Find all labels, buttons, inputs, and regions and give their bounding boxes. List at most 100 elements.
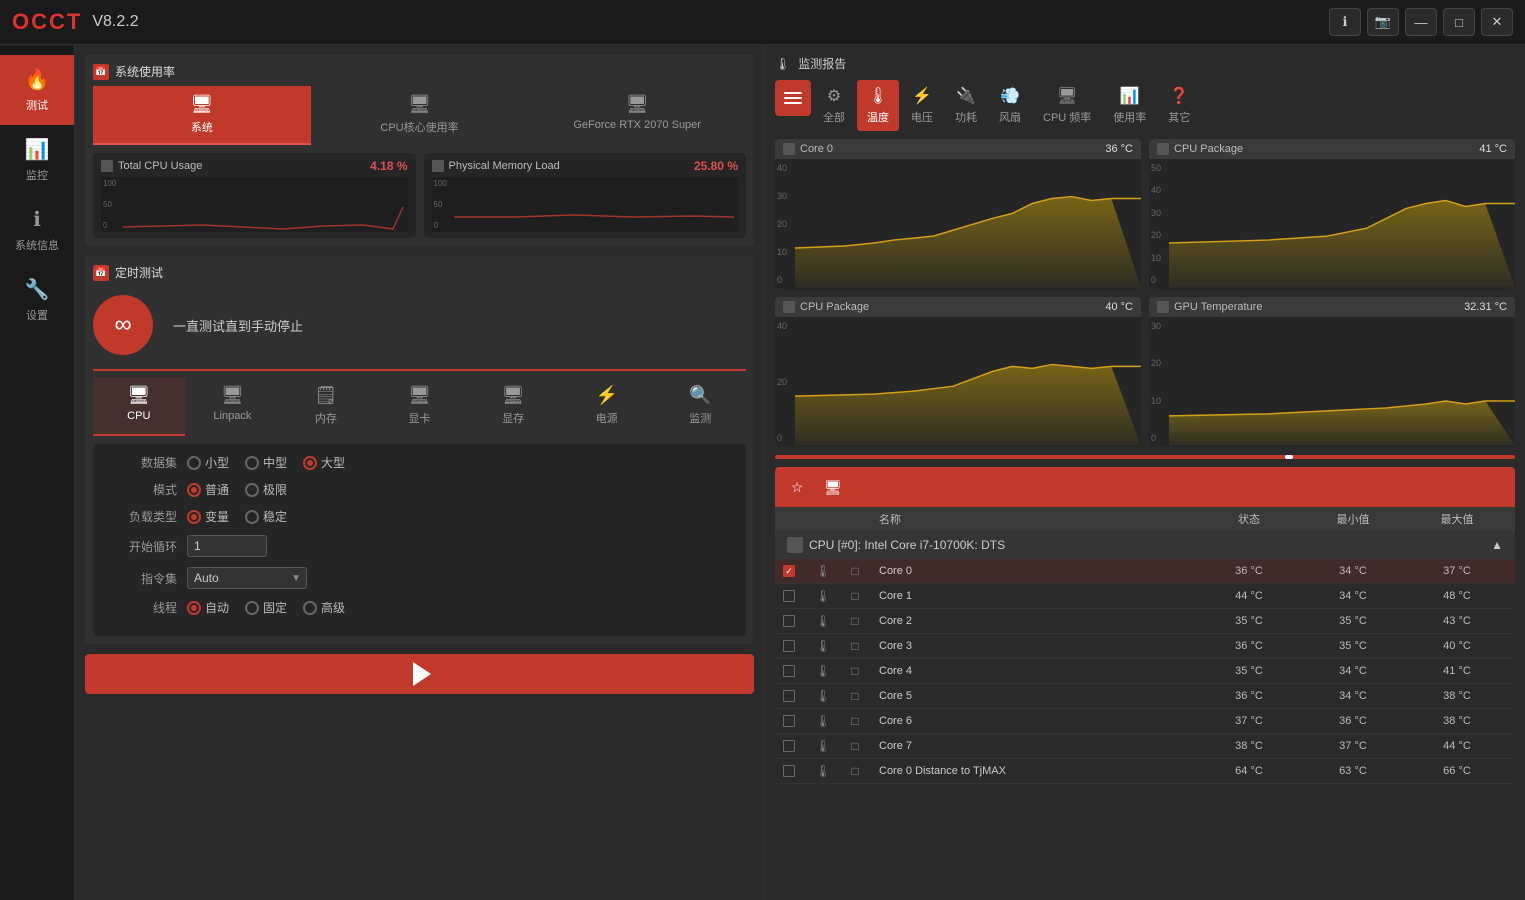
mem-usage-label-group: Physical Memory Load [432,160,560,172]
monitor-tab-power[interactable]: 🔌 功耗 [945,80,987,131]
chart-cpu-package-bot-title: CPU Package [800,301,869,313]
row-core4-checkbox[interactable] [783,665,795,677]
chart-core0-area: 403020100 [775,159,1141,289]
load-variable-radio[interactable] [187,510,201,524]
row-core0-tjmax-checkbox[interactable] [783,765,795,777]
tab-cpu-core[interactable]: 🖥 CPU核心使用率 [311,86,529,145]
load-variable[interactable]: 变量 [187,508,229,525]
row-core0-checkbox[interactable]: ✓ [783,565,795,577]
chart-cpu-pkg-y-labels: 50403020100 [1151,163,1161,285]
minimize-button[interactable]: — [1405,8,1437,36]
instruction-select[interactable]: Auto AVX2 SSE2 [187,567,307,589]
cpu-usage-value: 4.18 % [370,159,407,173]
close-button[interactable]: ✕ [1481,8,1513,36]
monitor-tab-fan[interactable]: 💨 风扇 [989,80,1031,131]
chart-cpu-package-bot-header: CPU Package 40 °C [775,297,1141,317]
star-button[interactable]: ☆ [783,473,811,501]
test-type-cpu[interactable]: 🖥 CPU [93,377,185,436]
power-tab-label: 功耗 [955,109,977,125]
thread-auto-radio[interactable] [187,601,201,615]
load-stable-radio[interactable] [245,510,259,524]
row-core3-checkbox[interactable] [783,640,795,652]
dataset-large-radio[interactable] [303,456,317,470]
mode-extreme-radio[interactable] [245,483,259,497]
row-core1-checkbox[interactable] [783,590,795,602]
play-button-container[interactable] [85,654,754,694]
row-core6-checkbox[interactable] [783,715,795,727]
monitor-tabs: ⚙ 全部 🌡 温度 ⚡ 电压 🔌 功耗 💨 风扇 🖥 CPU 频率 [775,80,1515,131]
mode-extreme-label: 极限 [263,481,287,498]
monitor-tab-other[interactable]: ❓ 其它 [1158,80,1200,131]
monitor-tab-all[interactable]: ⚙ 全部 [813,80,855,131]
group-collapse-icon[interactable]: ▲ [1491,538,1503,552]
group-title-container: CPU [#0]: Intel Core i7-10700K: DTS [787,537,1005,553]
chart-core0-y-labels: 403020100 [777,163,787,285]
divider [93,369,746,371]
all-tab-icon: ⚙ [827,86,841,106]
test-type-gpu-label: 显卡 [409,410,431,426]
monitor-tab-temp[interactable]: 🌡 温度 [857,80,899,131]
mode-extreme[interactable]: 极限 [245,481,287,498]
tab-gpu[interactable]: 🖥 GeForce RTX 2070 Super [528,86,746,145]
load-radio-group: 变量 稳定 [187,508,287,525]
table-row-core7: 🌡 □ Core 7 38 °C 37 °C 44 °C [775,734,1515,759]
screenshot-button[interactable]: 📷 [1367,8,1399,36]
start-loop-input[interactable] [187,535,267,557]
row-core5-checkbox[interactable] [783,690,795,702]
monitor-tab-usage[interactable]: 📊 使用率 [1103,80,1156,131]
test-type-linpack[interactable]: 🖥 Linpack [187,377,279,436]
thread-auto[interactable]: 自动 [187,599,229,616]
cpu-usage-header: Total CPU Usage 4.18 % [101,159,408,173]
hamburger-icon [780,88,806,108]
sidebar-item-sysinfo[interactable]: ℹ 系统信息 [0,195,74,265]
mode-normal[interactable]: 普通 [187,481,229,498]
test-type-vram[interactable]: 🖥 显存 [467,377,559,436]
thread-advanced-radio[interactable] [303,601,317,615]
vram-type-icon: 🖥 [502,385,525,406]
chart-core0-icon [783,143,795,155]
titlebar: OCCT V8.2.2 ℹ 📷 — □ ✕ [0,0,1525,45]
thread-fixed-radio[interactable] [245,601,259,615]
sidebar: 🔥 测试 📊 监控 ℹ 系统信息 🔧 设置 [0,45,75,900]
test-type-memory[interactable]: 🗒 内存 [280,377,372,436]
mode-normal-radio[interactable] [187,483,201,497]
row-core1-min: 34 °C [1303,590,1403,602]
mem-usage-value: 25.80 % [694,159,738,173]
row-core2-checkbox[interactable] [783,615,795,627]
test-type-gpu[interactable]: 🖥 显卡 [374,377,466,436]
infinity-button[interactable]: ∞ [93,295,153,355]
row-core7-icon2: □ [847,738,863,754]
dataset-medium[interactable]: 中型 [245,454,287,471]
monitor-tab-voltage[interactable]: ⚡ 电压 [901,80,943,131]
tab-gpu-label: GeForce RTX 2070 Super [573,119,701,131]
info-button[interactable]: ℹ [1329,8,1361,36]
test-type-power[interactable]: ⚡ 电源 [561,377,653,436]
hamburger-menu-button[interactable] [775,80,811,116]
stats-row: Total CPU Usage 4.18 % 100500 [93,153,746,238]
thread-advanced-label: 高级 [321,599,345,616]
thread-fixed[interactable]: 固定 [245,599,287,616]
monitor-tab-freq[interactable]: 🖥 CPU 频率 [1033,80,1101,131]
dataset-small-radio[interactable] [187,456,201,470]
row-core0-icon1: 🌡 [815,563,831,579]
test-type-memory-label: 内存 [315,410,337,426]
thread-advanced[interactable]: 高级 [303,599,345,616]
sidebar-item-test[interactable]: 🔥 测试 [0,55,74,125]
sys-usage-section: 📅 系统使用率 🖥 系统 🖥 CPU核心使用率 🖥 GeForce RTX 20… [85,55,754,246]
row-core7-checkbox[interactable] [783,740,795,752]
row-core3-min: 35 °C [1303,640,1403,652]
monitor-button[interactable]: 🖥 [819,473,847,501]
scheduled-icon: 📅 [93,265,109,281]
dataset-small[interactable]: 小型 [187,454,229,471]
dataset-large[interactable]: 大型 [303,454,345,471]
maximize-button[interactable]: □ [1443,8,1475,36]
test-type-monitoring[interactable]: 🔍 监测 [654,377,746,436]
test-type-vram-label: 显存 [502,410,524,426]
dataset-medium-label: 中型 [263,454,287,471]
app-logo: OCCT [12,9,82,35]
sidebar-item-settings[interactable]: 🔧 设置 [0,265,74,335]
dataset-medium-radio[interactable] [245,456,259,470]
tab-system[interactable]: 🖥 系统 [93,86,311,145]
load-stable[interactable]: 稳定 [245,508,287,525]
sidebar-item-monitor[interactable]: 📊 监控 [0,125,74,195]
